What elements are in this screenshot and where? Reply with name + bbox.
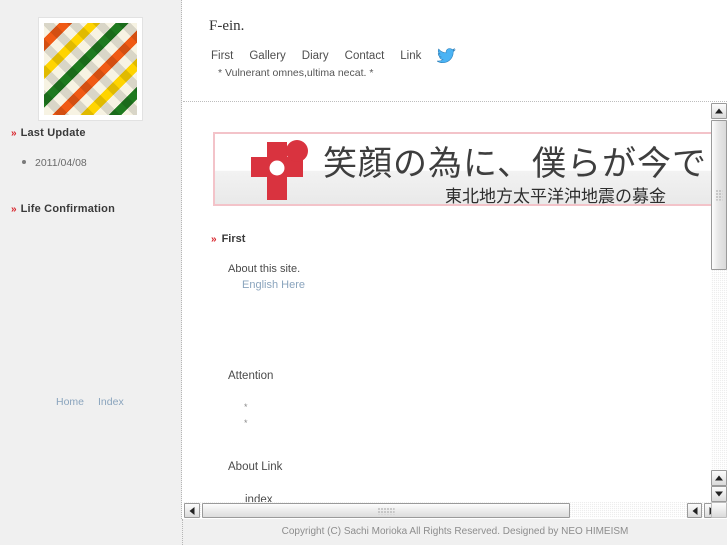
- about-site-text: About this site.: [228, 263, 301, 275]
- scrollbar-grip-icon: [715, 189, 723, 201]
- scroll-up-button-bottom[interactable]: [711, 470, 727, 486]
- content-scroll-area: 笑顔の為に、僕らが今でき 東北地方太平洋沖地震の募金 » First About …: [183, 103, 711, 502]
- content-viewport: 笑顔の為に、僕らが今でき 東北地方太平洋沖地震の募金 » First About …: [183, 103, 727, 518]
- site-title: F-ein.: [209, 18, 245, 34]
- horizontal-scrollbar-thumb[interactable]: [202, 503, 570, 518]
- vertical-scrollbar-thumb[interactable]: [711, 120, 727, 270]
- nav-item-first[interactable]: First: [211, 50, 233, 62]
- index-text: index: [245, 494, 273, 502]
- main-navigation: First Gallery Diary Contact Link: [211, 47, 456, 64]
- last-update-date: 2011/04/08: [22, 157, 87, 169]
- bullet-icon: [22, 160, 26, 164]
- scroll-up-arrow-icon: [715, 475, 723, 481]
- diagonal-stripe-logo-icon: [44, 23, 137, 115]
- scroll-down-button[interactable]: [711, 486, 727, 502]
- section-heading-first: » First: [211, 233, 245, 245]
- banner-subline: 東北地方太平洋沖地震の募金: [445, 187, 666, 206]
- scroll-up-arrow-icon: [715, 108, 723, 114]
- page-root: » Last Update 2011/04/08 » Life Confirmati…: [0, 0, 727, 545]
- red-cross-icon: [249, 140, 313, 202]
- english-here-link[interactable]: English Here: [242, 279, 305, 291]
- sidebar-heading-label: Life Confirmation: [20, 203, 116, 215]
- scrollbar-grip-icon: [377, 507, 395, 514]
- site-footer: Copyright (C) Sachi Morioka All Rights R…: [183, 519, 727, 545]
- nav-item-contact[interactable]: Contact: [345, 50, 385, 62]
- donation-banner[interactable]: 笑顔の為に、僕らが今でき 東北地方太平洋沖地震の募金: [213, 132, 711, 206]
- sidebar-heading-life-confirmation: » Life Confirmation: [11, 203, 115, 215]
- site-logo[interactable]: [38, 17, 143, 121]
- sidebar-link-home[interactable]: Home: [56, 396, 84, 408]
- scroll-left-button[interactable]: [184, 503, 200, 518]
- sidebar: » Last Update 2011/04/08 » Life Confirmati…: [0, 0, 182, 545]
- scrollbar-corner: [711, 502, 727, 518]
- sidebar-heading-last-update: » Last Update: [11, 127, 86, 139]
- list-item: *: [244, 402, 248, 412]
- scroll-up-button[interactable]: [711, 103, 727, 119]
- attention-heading: Attention: [228, 370, 274, 382]
- sidebar-footer-links: Home Index: [56, 396, 138, 408]
- copyright-text: Copyright (C) Sachi Morioka All Rights R…: [281, 526, 629, 537]
- scroll-left-arrow-icon: [189, 506, 195, 515]
- footer-left-filler: [0, 519, 183, 545]
- site-tagline: * Vulnerant omnes,ultima necat. *: [218, 67, 374, 79]
- last-update-date-value: 2011/04/08: [35, 157, 87, 169]
- nav-item-gallery[interactable]: Gallery: [249, 50, 285, 62]
- scroll-down-arrow-icon: [715, 491, 723, 497]
- site-header: F-ein. First Gallery Diary Contact Link * Vu…: [183, 0, 727, 102]
- nav-item-link[interactable]: Link: [400, 50, 421, 62]
- chevron-marker-icon: »: [211, 234, 216, 245]
- about-link-heading: About Link: [228, 461, 283, 473]
- twitter-bird-icon[interactable]: [436, 48, 456, 64]
- nav-item-diary[interactable]: Diary: [302, 50, 329, 62]
- list-item: *: [244, 418, 248, 428]
- section-heading-label: First: [221, 233, 246, 245]
- chevron-marker-icon: »: [11, 128, 16, 139]
- sidebar-heading-label: Last Update: [20, 127, 86, 139]
- scroll-left-button-end[interactable]: [687, 503, 702, 518]
- chevron-marker-icon: »: [11, 204, 16, 215]
- sidebar-link-index[interactable]: Index: [98, 396, 124, 408]
- scroll-left-arrow-icon: [692, 506, 697, 515]
- banner-headline: 笑顔の為に、僕らが今でき: [323, 146, 711, 183]
